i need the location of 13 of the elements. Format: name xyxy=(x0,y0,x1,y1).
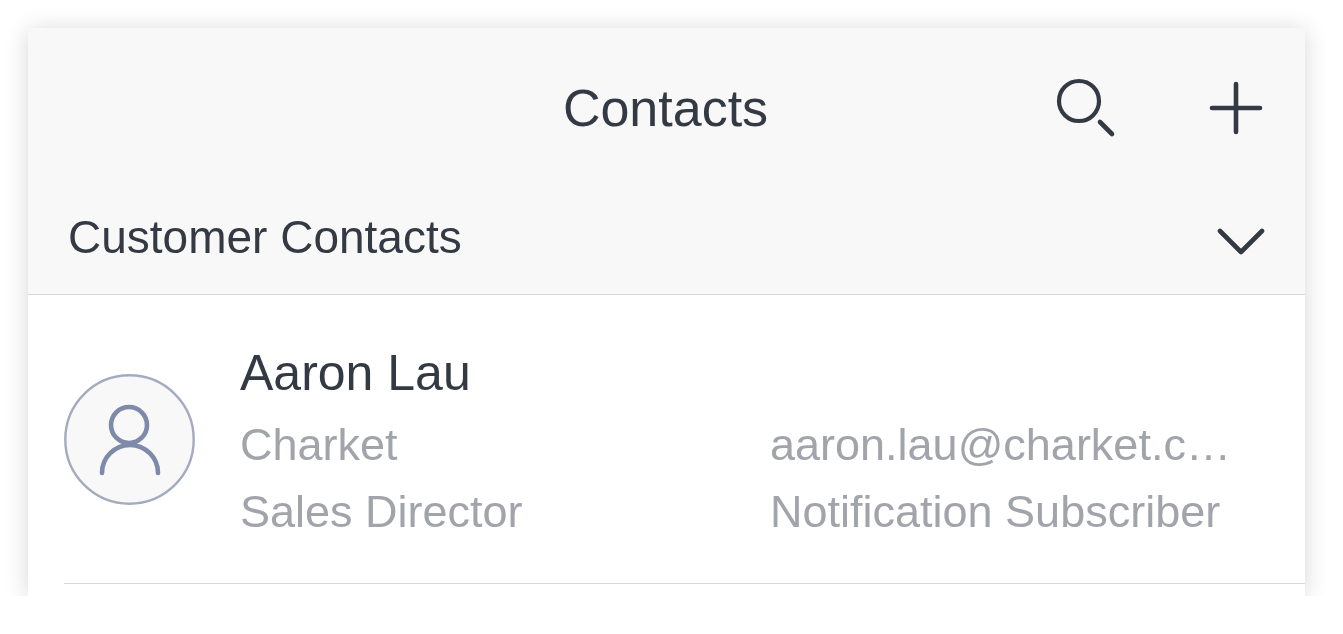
search-icon xyxy=(1055,78,1117,138)
plus-icon xyxy=(1209,81,1263,135)
screen-title: Contacts xyxy=(562,78,769,138)
contact-list-dropdown[interactable]: Customer Contacts xyxy=(28,188,1305,294)
search-button[interactable] xyxy=(1055,78,1117,138)
dropdown-label: Customer Contacts xyxy=(68,210,462,264)
company-name: Charket xyxy=(240,418,399,471)
email-address: aaron.lau@charket.c… xyxy=(770,418,1231,471)
job-title: Sales Director xyxy=(240,485,524,538)
avatar-icon xyxy=(64,373,195,505)
contact-name: Aaron Lau xyxy=(240,344,472,402)
add-button[interactable] xyxy=(1209,81,1263,135)
subscription-role: Notification Subscriber xyxy=(770,485,1222,538)
